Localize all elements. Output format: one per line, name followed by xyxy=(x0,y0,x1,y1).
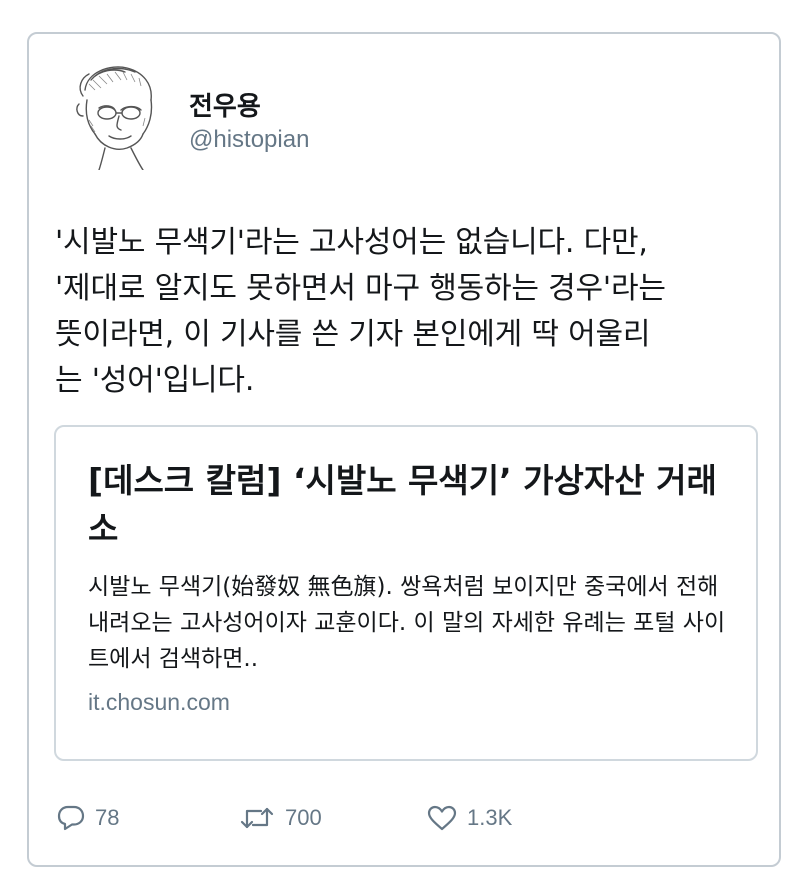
like-count: 1.3K xyxy=(467,805,513,830)
card-title[interactable]: [데스크 칼럼] ‘시발노 무색기’ 가상자산 거래소 xyxy=(88,457,738,553)
user-name[interactable]: 전우용 xyxy=(189,86,261,123)
retweet-icon xyxy=(240,807,274,829)
card-domain[interactable]: it.chosun.com xyxy=(88,689,230,716)
retweet-count: 700 xyxy=(285,805,322,830)
avatar[interactable] xyxy=(65,60,163,170)
link-card[interactable]: [데스크 칼럼] ‘시발노 무색기’ 가상자산 거래소 시발노 무색기(始發奴 … xyxy=(54,425,758,761)
card-description: 시발노 무색기(始發奴 無色旗). 쌍욕처럼 보이지만 중국에서 전해 내려오는… xyxy=(88,574,726,672)
reply-count: 78 xyxy=(95,805,120,830)
reply-button[interactable]: 78 xyxy=(57,801,119,835)
tweet-card[interactable]: 전우용 @histopian '시발노 무색기'라는 고사성어는 없습니다. 다… xyxy=(27,32,781,867)
reply-icon xyxy=(57,805,85,831)
like-button[interactable]: 1.3K xyxy=(427,801,512,835)
user-handle[interactable]: @histopian xyxy=(189,126,309,154)
tweet-text: '시발노 무색기'라는 고사성어는 없습니다. 다만, '제대로 알지도 못하면… xyxy=(55,225,666,398)
heart-icon xyxy=(427,805,457,831)
retweet-button[interactable]: 700 xyxy=(239,801,322,835)
avatar-sketch-icon xyxy=(76,66,153,170)
